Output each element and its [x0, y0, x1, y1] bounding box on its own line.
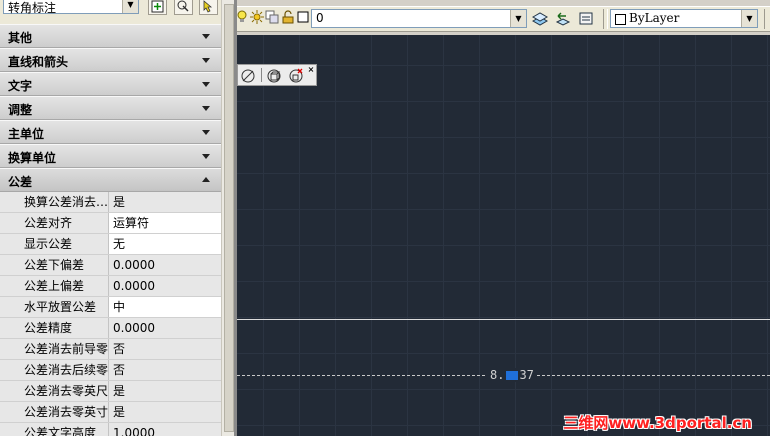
- property-row[interactable]: 公差消去后续零 否: [0, 360, 221, 381]
- chevron-down-icon: [202, 106, 210, 111]
- object-type-select[interactable]: 转角标注 ▼: [3, 0, 139, 15]
- property-name: 公差消去零英尺: [21, 381, 109, 401]
- floating-view-toolbar: ×: [237, 64, 317, 86]
- property-row[interactable]: 显示公差 无: [0, 234, 221, 255]
- section-alternate-units[interactable]: 换算单位: [0, 144, 221, 168]
- watermark-text: 三维网www.3dportal.cn: [563, 414, 752, 432]
- property-value[interactable]: 0.0000: [109, 276, 221, 296]
- color-select[interactable]: ByLayer ▼: [610, 9, 758, 28]
- lightbulb-icon[interactable]: [235, 10, 249, 24]
- close-icon[interactable]: ×: [307, 66, 315, 74]
- property-name: 显示公差: [21, 234, 109, 254]
- dimension-value-left: 8.: [490, 368, 505, 382]
- property-name: 公差上偏差: [21, 276, 109, 296]
- section-label: 其他: [8, 31, 33, 45]
- dimension-text[interactable]: 8. 37: [487, 368, 537, 382]
- section-text[interactable]: 文字: [0, 72, 221, 96]
- object-type-value: 转角标注: [8, 1, 57, 15]
- properties-palette: 转角标注 ▼ 其他 直线和箭头 文字 调整 主单位 换算单位 公差 换算公差消去…: [0, 0, 221, 436]
- chevron-down-icon[interactable]: ▼: [122, 0, 138, 13]
- color-swatch: [615, 14, 626, 25]
- section-label: 文字: [8, 79, 33, 93]
- palette-header: 转角标注 ▼: [0, 0, 221, 25]
- layers-toolbar-strip: 0 ▼ ByLayer ▼: [237, 0, 770, 35]
- property-row[interactable]: 公差文字高度 1.0000: [0, 423, 221, 436]
- chevron-down-icon: [202, 58, 210, 63]
- property-row[interactable]: 换算公差消去… 是: [0, 192, 221, 213]
- section-misc[interactable]: 其他: [0, 24, 221, 48]
- sun-icon[interactable]: [250, 10, 264, 24]
- property-name: 水平放置公差: [21, 297, 109, 317]
- property-row[interactable]: 公差消去零英寸 是: [0, 402, 221, 423]
- chevron-down-icon: [202, 130, 210, 135]
- chevron-up-icon: [202, 177, 210, 182]
- section-fit[interactable]: 调整: [0, 96, 221, 120]
- chevron-down-icon: [202, 82, 210, 87]
- property-row[interactable]: 公差精度 0.0000: [0, 318, 221, 339]
- chevron-down-icon[interactable]: ▼: [741, 10, 757, 27]
- view-reset-icon[interactable]: [287, 67, 305, 85]
- color-value: ByLayer: [629, 11, 680, 25]
- chevron-down-icon[interactable]: ▼: [510, 10, 526, 27]
- chevron-down-icon: [202, 34, 210, 39]
- palette-scrollbar[interactable]: [221, 0, 235, 436]
- property-name: 公差下偏差: [21, 255, 109, 275]
- property-name: 公差消去前导零: [21, 339, 109, 359]
- property-value[interactable]: 否: [109, 360, 221, 380]
- property-value[interactable]: 是: [109, 381, 221, 401]
- toggle-pickadd-button[interactable]: [148, 0, 167, 15]
- property-value[interactable]: 运算符: [109, 213, 221, 233]
- property-name: 公差对齐: [21, 213, 109, 233]
- scrollbar-thumb[interactable]: [224, 4, 234, 432]
- select-cursor-icon: [177, 0, 189, 12]
- property-value[interactable]: 0.0000: [109, 255, 221, 275]
- text-cursor: [506, 371, 519, 380]
- property-value[interactable]: 无: [109, 234, 221, 254]
- property-value[interactable]: 中: [109, 297, 221, 317]
- orbit-icon[interactable]: [239, 67, 257, 85]
- property-value[interactable]: 0.0000: [109, 318, 221, 338]
- layer-name: 0: [316, 11, 324, 25]
- layers-toolbar: 0 ▼ ByLayer ▼: [237, 6, 770, 32]
- property-row[interactable]: 公差消去零英尺 是: [0, 381, 221, 402]
- layer-make-current-icon[interactable]: [531, 10, 549, 27]
- pickadd-icon: [151, 0, 164, 13]
- section-tolerances[interactable]: 公差: [0, 168, 221, 192]
- property-name: 公差文字高度: [21, 423, 109, 436]
- section-label: 公差: [8, 175, 33, 189]
- section-label: 主单位: [8, 127, 45, 141]
- quick-select-icon: [203, 0, 213, 13]
- property-value[interactable]: 否: [109, 339, 221, 359]
- unlock-icon[interactable]: [281, 10, 295, 24]
- property-row[interactable]: 公差消去前导零 否: [0, 339, 221, 360]
- layer-select[interactable]: 0 ▼: [311, 9, 527, 28]
- viewport-freeze-icon[interactable]: [265, 10, 279, 24]
- property-name: 换算公差消去…: [21, 192, 109, 212]
- layer-previous-icon[interactable]: [554, 10, 572, 27]
- dimension-line[interactable]: [237, 319, 770, 320]
- section-lines-arrows[interactable]: 直线和箭头: [0, 48, 221, 72]
- property-name: 公差消去零英寸: [21, 402, 109, 422]
- section-label: 调整: [8, 103, 33, 117]
- property-value[interactable]: 是: [109, 402, 221, 422]
- property-row[interactable]: 水平放置公差 中: [0, 297, 221, 318]
- view-cube-icon[interactable]: [265, 67, 283, 85]
- section-label: 换算单位: [8, 151, 57, 165]
- property-name: 公差消去后续零: [21, 360, 109, 380]
- property-row[interactable]: 公差对齐 运算符: [0, 213, 221, 234]
- property-value[interactable]: 1.0000: [109, 423, 221, 436]
- layer-color-swatch[interactable]: [296, 10, 310, 24]
- section-primary-units[interactable]: 主单位: [0, 120, 221, 144]
- chevron-down-icon: [202, 154, 210, 159]
- quick-select-button[interactable]: [199, 0, 218, 15]
- property-row[interactable]: 公差上偏差 0.0000: [0, 276, 221, 297]
- layer-states-icon[interactable]: [577, 10, 595, 27]
- property-value[interactable]: 是: [109, 192, 221, 212]
- section-label: 直线和箭头: [8, 55, 69, 69]
- property-sections: 其他 直线和箭头 文字 调整 主单位 换算单位 公差 换算公差消去… 是 公差对…: [0, 24, 221, 436]
- property-name: 公差精度: [21, 318, 109, 338]
- select-objects-button[interactable]: [174, 0, 193, 15]
- property-row[interactable]: 公差下偏差 0.0000: [0, 255, 221, 276]
- dimension-value-right: 37: [519, 368, 534, 382]
